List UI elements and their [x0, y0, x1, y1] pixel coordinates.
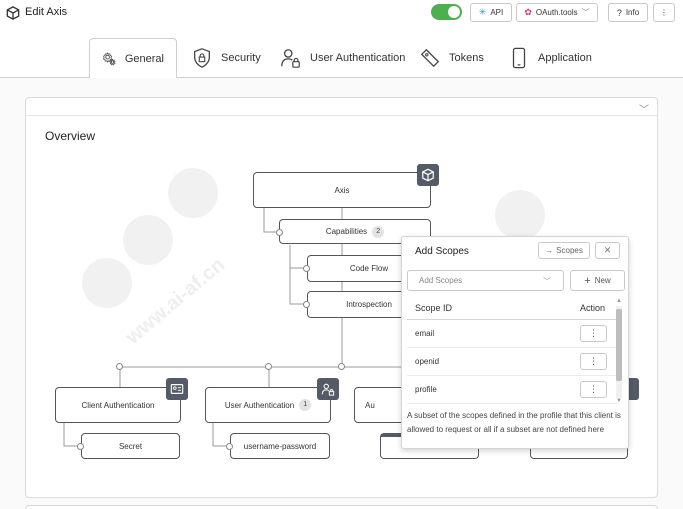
chevron-down-icon: ﹀	[543, 277, 551, 286]
scopes-table: Scope ID Action email ⋮ openid ⋮ profile…	[407, 297, 619, 405]
capabilities-count-badge: 2	[372, 225, 385, 238]
row-action-button[interactable]: ⋮	[580, 353, 607, 370]
scope-id-cell: openid	[415, 357, 440, 366]
column-header-action: Action	[580, 303, 606, 313]
close-button[interactable]: ✕	[595, 242, 620, 259]
arrow-right-icon: →	[545, 246, 554, 255]
connector-dot	[265, 363, 272, 370]
scrollbar-thumb[interactable]	[616, 309, 622, 381]
table-row: email ⋮	[407, 320, 619, 348]
close-icon: ✕	[603, 245, 612, 255]
more-icon: ⋮	[589, 384, 598, 394]
table-row: openid ⋮	[407, 348, 619, 376]
more-icon: ⋮	[589, 356, 598, 366]
column-header-scope-id: Scope ID	[415, 303, 453, 313]
scopes-button[interactable]: → Scopes	[538, 242, 590, 259]
add-scopes-select[interactable]: Add Scopes ﹀	[407, 270, 564, 291]
diagram-node-username-password[interactable]: username-password	[230, 433, 330, 459]
connector-dot	[303, 265, 310, 272]
cube-icon	[417, 164, 439, 186]
connector-dot	[303, 301, 310, 308]
diagram-node-user-authentication[interactable]: User Authentication 1	[205, 387, 331, 423]
popup-title: Add Scopes	[415, 246, 469, 257]
table-row: profile ⋮	[407, 376, 619, 404]
diagram-node-client-authentication[interactable]: Client Authentication	[55, 387, 181, 423]
add-scopes-popup: Add Scopes → Scopes ✕ Add Scopes ﹀ + New…	[401, 236, 629, 449]
table-header: Scope ID Action	[407, 297, 619, 320]
new-scope-button[interactable]: + New	[570, 270, 625, 291]
more-icon: ⋮	[589, 328, 598, 338]
plus-icon: +	[584, 274, 591, 287]
diagram-node-secret[interactable]: Secret	[81, 433, 180, 459]
scope-id-cell: profile	[415, 385, 437, 394]
scroll-up-icon[interactable]: ▲	[616, 298, 622, 304]
connector-dot	[226, 443, 233, 450]
scopes-description: A subset of the scopes defined in the pr…	[407, 411, 621, 434]
scope-id-cell: email	[415, 329, 435, 338]
connector-dot	[338, 363, 345, 370]
diagram-node-axis[interactable]: Axis	[253, 172, 431, 208]
connector-dot	[276, 229, 283, 236]
id-card-icon	[166, 378, 188, 400]
scrollbar[interactable]: ▲ ▼	[615, 298, 623, 405]
row-action-button[interactable]: ⋮	[580, 381, 607, 398]
connector-dot	[77, 443, 84, 450]
connector-dot	[116, 363, 123, 370]
row-action-button[interactable]: ⋮	[580, 325, 607, 342]
user-auth-count-badge: 1	[299, 399, 312, 411]
user-lock-icon	[317, 378, 339, 400]
scroll-down-icon[interactable]: ▼	[616, 398, 622, 404]
